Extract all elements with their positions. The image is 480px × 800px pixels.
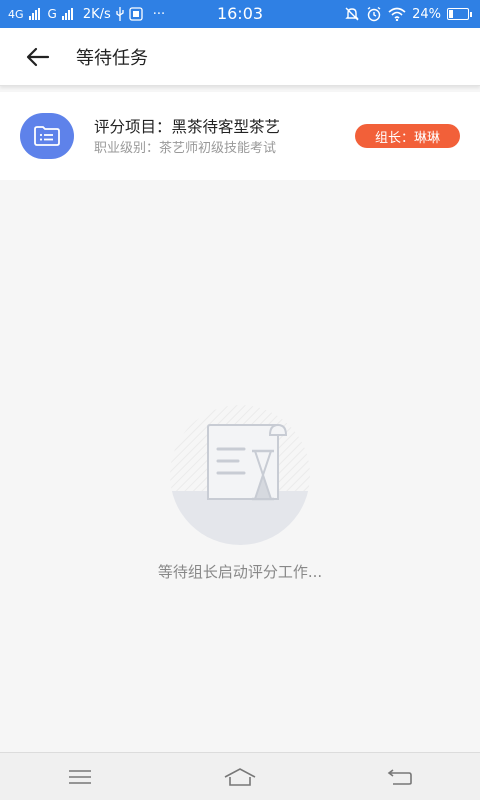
battery-icon	[447, 8, 472, 20]
document-hourglass-icon	[160, 405, 320, 545]
task-title: 评分项目：黑茶待客型茶艺	[94, 117, 281, 136]
empty-state: 等待组长启动评分工作...	[0, 405, 480, 582]
battery-percent: 24%	[412, 6, 441, 22]
status-bar: 4G G 2K/s ··· 16:03 24%	[0, 0, 480, 28]
menu-icon	[69, 769, 91, 784]
return-icon	[387, 768, 412, 785]
leader-badge: 组长：琳琳	[354, 124, 460, 148]
network-label-g: G	[47, 7, 57, 21]
empty-message: 等待组长启动评分工作...	[157, 563, 323, 581]
nav-menu-button[interactable]	[50, 753, 110, 800]
usb-icon	[116, 7, 124, 21]
network-speed: 2K/s	[82, 6, 111, 22]
card-icon-circle	[20, 113, 74, 159]
alarm-icon	[367, 6, 381, 22]
more-dots: ···	[152, 6, 166, 22]
system-nav-bar	[0, 752, 480, 800]
notification-app-icon	[129, 7, 143, 21]
task-subtitle: 职业级别：茶艺师初级技能考试	[94, 140, 277, 156]
home-icon	[224, 767, 256, 786]
task-card[interactable]: 评分项目：黑茶待客型茶艺 职业级别：茶艺师初级技能考试 组长：琳琳	[0, 92, 480, 180]
mute-icon	[345, 7, 359, 21]
nav-back-button[interactable]	[370, 753, 430, 800]
folder-list-icon	[34, 126, 60, 146]
back-button[interactable]	[0, 28, 76, 86]
signal-icon-2	[61, 8, 73, 20]
app-bar: 等待任务	[0, 28, 480, 86]
page-title: 等待任务	[76, 47, 148, 69]
network-label-4g: 4G	[8, 7, 24, 21]
nav-home-button[interactable]	[210, 753, 270, 800]
signal-icon	[28, 8, 40, 20]
wifi-icon	[388, 7, 406, 21]
status-right: 24%	[344, 6, 472, 22]
back-arrow-icon	[26, 47, 50, 66]
status-left: 4G G 2K/s ···	[8, 7, 198, 22]
card-text: 评分项目：黑茶待客型茶艺 职业级别：茶艺师初级技能考试	[94, 116, 326, 157]
